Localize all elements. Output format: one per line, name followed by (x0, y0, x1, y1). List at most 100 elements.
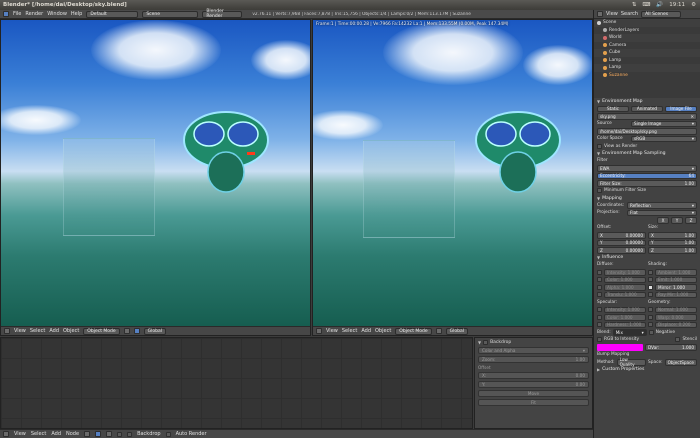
panel-influence[interactable]: ▼ Influence (594, 254, 700, 261)
tab-image-file[interactable]: Image File (665, 105, 697, 112)
ambient-field[interactable]: Ambient: 1.000 (655, 269, 697, 276)
blender-icon[interactable] (3, 11, 9, 17)
blend-select[interactable]: Mix ▾ (612, 329, 647, 336)
cube-object[interactable] (63, 138, 155, 236)
move-button[interactable]: Move (478, 390, 589, 397)
displace-field[interactable]: Displace: 0.200 (655, 321, 697, 328)
tree-item-scene[interactable]: Scene (594, 19, 700, 27)
bump-space-select[interactable]: ObjectSpace (664, 359, 697, 366)
min-filter-checkbox[interactable] (597, 188, 602, 194)
view-as-render-checkbox[interactable] (597, 143, 602, 149)
warp-checkbox[interactable] (648, 314, 653, 320)
viewport-type-icon[interactable] (4, 328, 10, 334)
panel-mapping[interactable]: ▼ Mapping (594, 195, 700, 202)
tree-item-renderlayers[interactable]: RenderLayers (594, 27, 700, 35)
diffuse-intensity-checkbox[interactable] (597, 269, 602, 275)
translucency-checkbox[interactable] (597, 292, 602, 298)
shading-icon[interactable] (435, 328, 442, 334)
menu-file[interactable]: File (13, 11, 21, 17)
shader-icon[interactable] (84, 431, 91, 437)
ambient-checkbox[interactable] (648, 269, 653, 275)
menu-object[interactable]: Object (375, 328, 391, 334)
translucency-field[interactable]: Translu: 1.000 (604, 291, 646, 298)
mapping-x-select[interactable]: X (657, 217, 669, 224)
spec-color-checkbox[interactable] (597, 314, 602, 320)
menu-view[interactable]: View (14, 328, 26, 334)
size-x-field[interactable]: X 1.00 (648, 232, 697, 239)
emit-field[interactable]: Emit: 1.000 (655, 276, 697, 283)
network-icon[interactable]: ⇅ (632, 2, 637, 8)
tab-static[interactable]: Static (597, 105, 629, 112)
panel-envmap-sampling[interactable]: ▼ Environment Map Sampling (594, 150, 700, 157)
menu-object[interactable]: Object (63, 328, 79, 334)
mapping-y-select[interactable]: Y (671, 217, 683, 224)
diffuse-intensity-field[interactable]: Intensity: 1.000 (604, 269, 646, 276)
menu-select[interactable]: Select (342, 328, 357, 334)
backdrop-checkbox[interactable] (483, 340, 489, 345)
color-space-select[interactable]: sRGB ▾ (631, 135, 697, 142)
keyboard-icon[interactable]: ⌨ (642, 2, 650, 8)
filepath-field[interactable]: /home/dai/Desktop/sky.png (597, 128, 697, 135)
viewport-3d-right[interactable]: Frame:1 | Time:00:00.28 | Ve:7966 Fa:142… (312, 19, 593, 336)
rgb-to-intensity-checkbox[interactable] (597, 337, 602, 343)
coordinates-select[interactable]: Reflection ▾ (627, 202, 697, 209)
menu-search[interactable]: Search (621, 11, 638, 17)
tree-item-world[interactable]: World (594, 34, 700, 42)
warp-field[interactable]: Warp: 0.000 (655, 314, 697, 321)
offset-y-field[interactable]: Y: 0.00 (478, 381, 589, 388)
hardness-field[interactable]: Hardness: 1.000 (604, 321, 646, 328)
node-editor-canvas[interactable] (0, 337, 473, 429)
diffuse-color-field[interactable]: Color: 1.000 (604, 276, 646, 283)
display-mode-select[interactable]: All Scenes (641, 10, 682, 18)
offset-x-field[interactable]: X: 0.00 (478, 372, 589, 379)
alpha-field[interactable]: Alpha: 1.000 (604, 284, 646, 291)
ray-mirror-checkbox[interactable] (648, 292, 653, 298)
backdrop-toggle-checkbox[interactable] (127, 431, 133, 437)
offset-x-field[interactable]: X 0.00000 (597, 232, 646, 239)
editor-type-icon[interactable] (3, 431, 9, 437)
menu-render[interactable]: Render (25, 11, 43, 17)
diffuse-color-checkbox[interactable] (597, 277, 602, 283)
menu-select[interactable]: Select (31, 431, 46, 437)
orientation-select[interactable]: Global (445, 327, 469, 335)
mode-select[interactable]: Object Mode (395, 327, 432, 335)
mapping-z-select[interactable]: Z (685, 217, 697, 224)
source-select[interactable]: Single Image ▾ (631, 120, 697, 127)
offset-z-field[interactable]: Z 0.00000 (597, 247, 646, 254)
hardness-checkbox[interactable] (597, 322, 602, 328)
normal-field[interactable]: Normal: 1.000 (655, 306, 697, 313)
volume-icon[interactable]: 🔊 (656, 2, 663, 8)
tree-item-suzanne[interactable]: Suzanne (594, 72, 700, 80)
menu-select[interactable]: Select (30, 328, 45, 334)
shading-icon[interactable] (123, 328, 130, 334)
stencil-checkbox[interactable] (675, 337, 681, 343)
spec-intensity-checkbox[interactable] (597, 307, 602, 313)
spec-intensity-field[interactable]: Intensity: 1.000 (604, 306, 646, 313)
tree-item-cube[interactable]: Cube (594, 49, 700, 57)
spec-color-field[interactable]: Color: 1.000 (604, 314, 646, 321)
size-z-field[interactable]: Z 1.00 (648, 247, 697, 254)
fit-button[interactable]: Fit (478, 399, 589, 406)
suzanne-object[interactable] (171, 92, 281, 202)
projection-select[interactable]: Flat ▾ (627, 209, 697, 216)
emit-checkbox[interactable] (648, 277, 653, 283)
eccentricity-field[interactable]: Eccentricity: 64 (597, 172, 697, 179)
panel-environment-map[interactable]: ▼ Environment Map (594, 98, 700, 105)
alpha-checkbox[interactable] (597, 284, 602, 290)
pivot-icon[interactable] (133, 328, 140, 334)
tree-item-lamp[interactable]: Lamp (594, 57, 700, 65)
ray-mirror-field[interactable]: Ray Mir: 1.000 (655, 291, 697, 298)
menu-help[interactable]: Help (71, 11, 82, 17)
normal-checkbox[interactable] (648, 307, 653, 313)
mode-select[interactable]: Object Mode (83, 327, 120, 335)
use-nodes-checkbox[interactable] (117, 431, 123, 437)
bump-method-select[interactable]: Low Quality (616, 357, 647, 367)
auto-render-checkbox[interactable] (165, 431, 171, 437)
menu-window[interactable]: Window (47, 11, 67, 17)
texture-color-swatch[interactable] (597, 344, 643, 351)
clock[interactable]: 19:11 (669, 2, 685, 8)
layout-select[interactable]: Default (86, 10, 139, 18)
image-datablock-field[interactable]: sky.png ✕ (597, 113, 697, 120)
tree-item-lamp-2[interactable]: Lamp (594, 64, 700, 72)
panel-custom-properties[interactable]: ▶ Custom Properties (594, 366, 700, 373)
